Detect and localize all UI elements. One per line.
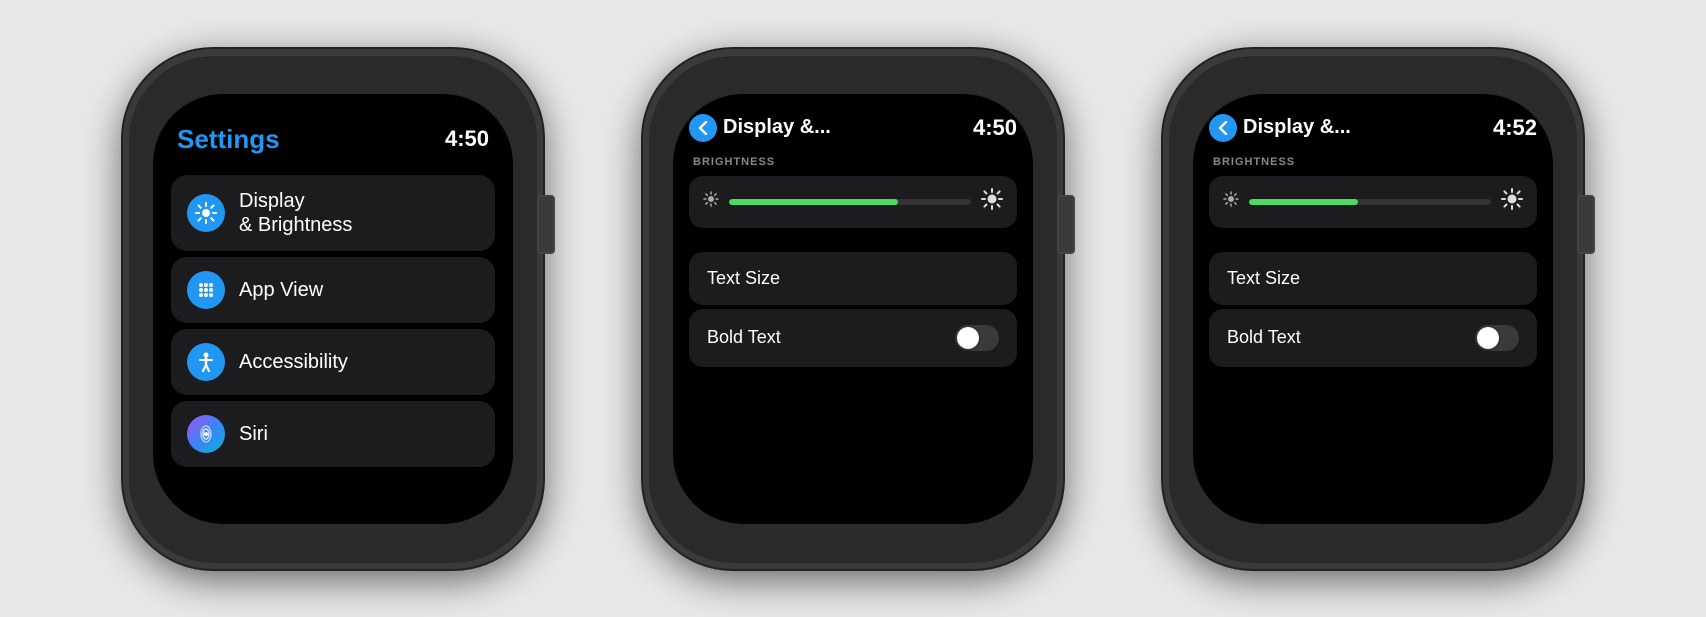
brightness-row-3[interactable] [1209,176,1537,228]
text-size-row-2[interactable]: Text Size [689,252,1017,305]
settings-item-appview[interactable]: App View [171,257,495,323]
settings-header: Settings 4:50 [171,124,495,155]
watch-body-2: Display &... 4:50 BRIGHTNESS [643,49,1063,569]
watch-3: Display &... 4:52 BRIGHTNESS [1133,29,1613,589]
settings-time: 4:50 [445,126,489,152]
watch-body-1: Settings 4:50 [123,49,543,569]
display-header-2: Display &... 4:50 [689,114,1017,142]
watch-screen-1: Settings 4:50 [153,94,513,524]
sun-large-2 [981,188,1003,216]
display-header-3: Display &... 4:52 [1209,114,1537,142]
bold-text-row-2[interactable]: Bold Text [689,309,1017,367]
text-size-label-3: Text Size [1227,268,1300,289]
brightness-row-2[interactable] [689,176,1017,228]
display-screen-2: Display &... 4:50 BRIGHTNESS [673,94,1033,524]
back-button-2[interactable] [689,114,717,142]
back-button-3[interactable] [1209,114,1237,142]
sun-small-2 [703,191,719,212]
accessibility-icon [187,343,225,381]
watch-1: Settings 4:50 [93,29,573,589]
settings-item-siri[interactable]: Siri [171,401,495,467]
settings-title: Settings [177,124,280,155]
display-time-3: 4:52 [1493,115,1537,141]
watch-body-3: Display &... 4:52 BRIGHTNESS [1163,49,1583,569]
display-title-2: Display &... [723,116,831,139]
bold-text-row-3[interactable]: Bold Text [1209,309,1537,367]
display-screen-3: Display &... 4:52 BRIGHTNESS [1193,94,1553,524]
bold-text-label-2: Bold Text [707,327,781,348]
watch-screen-2: Display &... 4:50 BRIGHTNESS [673,94,1033,524]
display-label: Display & Brightness [239,189,352,237]
bold-text-toggle-3[interactable] [1475,325,1519,351]
settings-item-accessibility[interactable]: Accessibility [171,329,495,395]
brightness-track-2[interactable] [729,199,971,205]
display-title-3: Display &... [1243,116,1351,139]
sun-small-3 [1223,191,1239,212]
watch-2: Display &... 4:50 BRIGHTNESS [613,29,1093,589]
display-rows-2: Text Size Bold Text [689,252,1017,367]
display-header-left-2: Display &... [689,114,831,142]
text-size-label-2: Text Size [707,268,780,289]
display-icon [187,194,225,232]
accessibility-label: Accessibility [239,350,348,374]
appview-label: App View [239,278,323,302]
appview-icon [187,271,225,309]
settings-screen: Settings 4:50 [153,94,513,524]
siri-label: Siri [239,422,268,446]
display-rows-3: Text Size Bold Text [1209,252,1537,367]
watch-screen-3: Display &... 4:52 BRIGHTNESS [1193,94,1553,524]
display-time-2: 4:50 [973,115,1017,141]
bold-text-toggle-2[interactable] [955,325,999,351]
brightness-track-3[interactable] [1249,199,1491,205]
bold-text-label-3: Bold Text [1227,327,1301,348]
settings-item-display[interactable]: Display & Brightness [171,175,495,251]
brightness-fill-3 [1249,199,1358,205]
brightness-label-3: BRIGHTNESS [1209,156,1537,168]
sun-large-3 [1501,188,1523,216]
siri-icon [187,415,225,453]
brightness-fill-2 [729,199,898,205]
text-size-row-3[interactable]: Text Size [1209,252,1537,305]
brightness-label-2: BRIGHTNESS [689,156,1017,168]
display-header-left-3: Display &... [1209,114,1351,142]
settings-list: Display & Brightness [171,175,495,467]
